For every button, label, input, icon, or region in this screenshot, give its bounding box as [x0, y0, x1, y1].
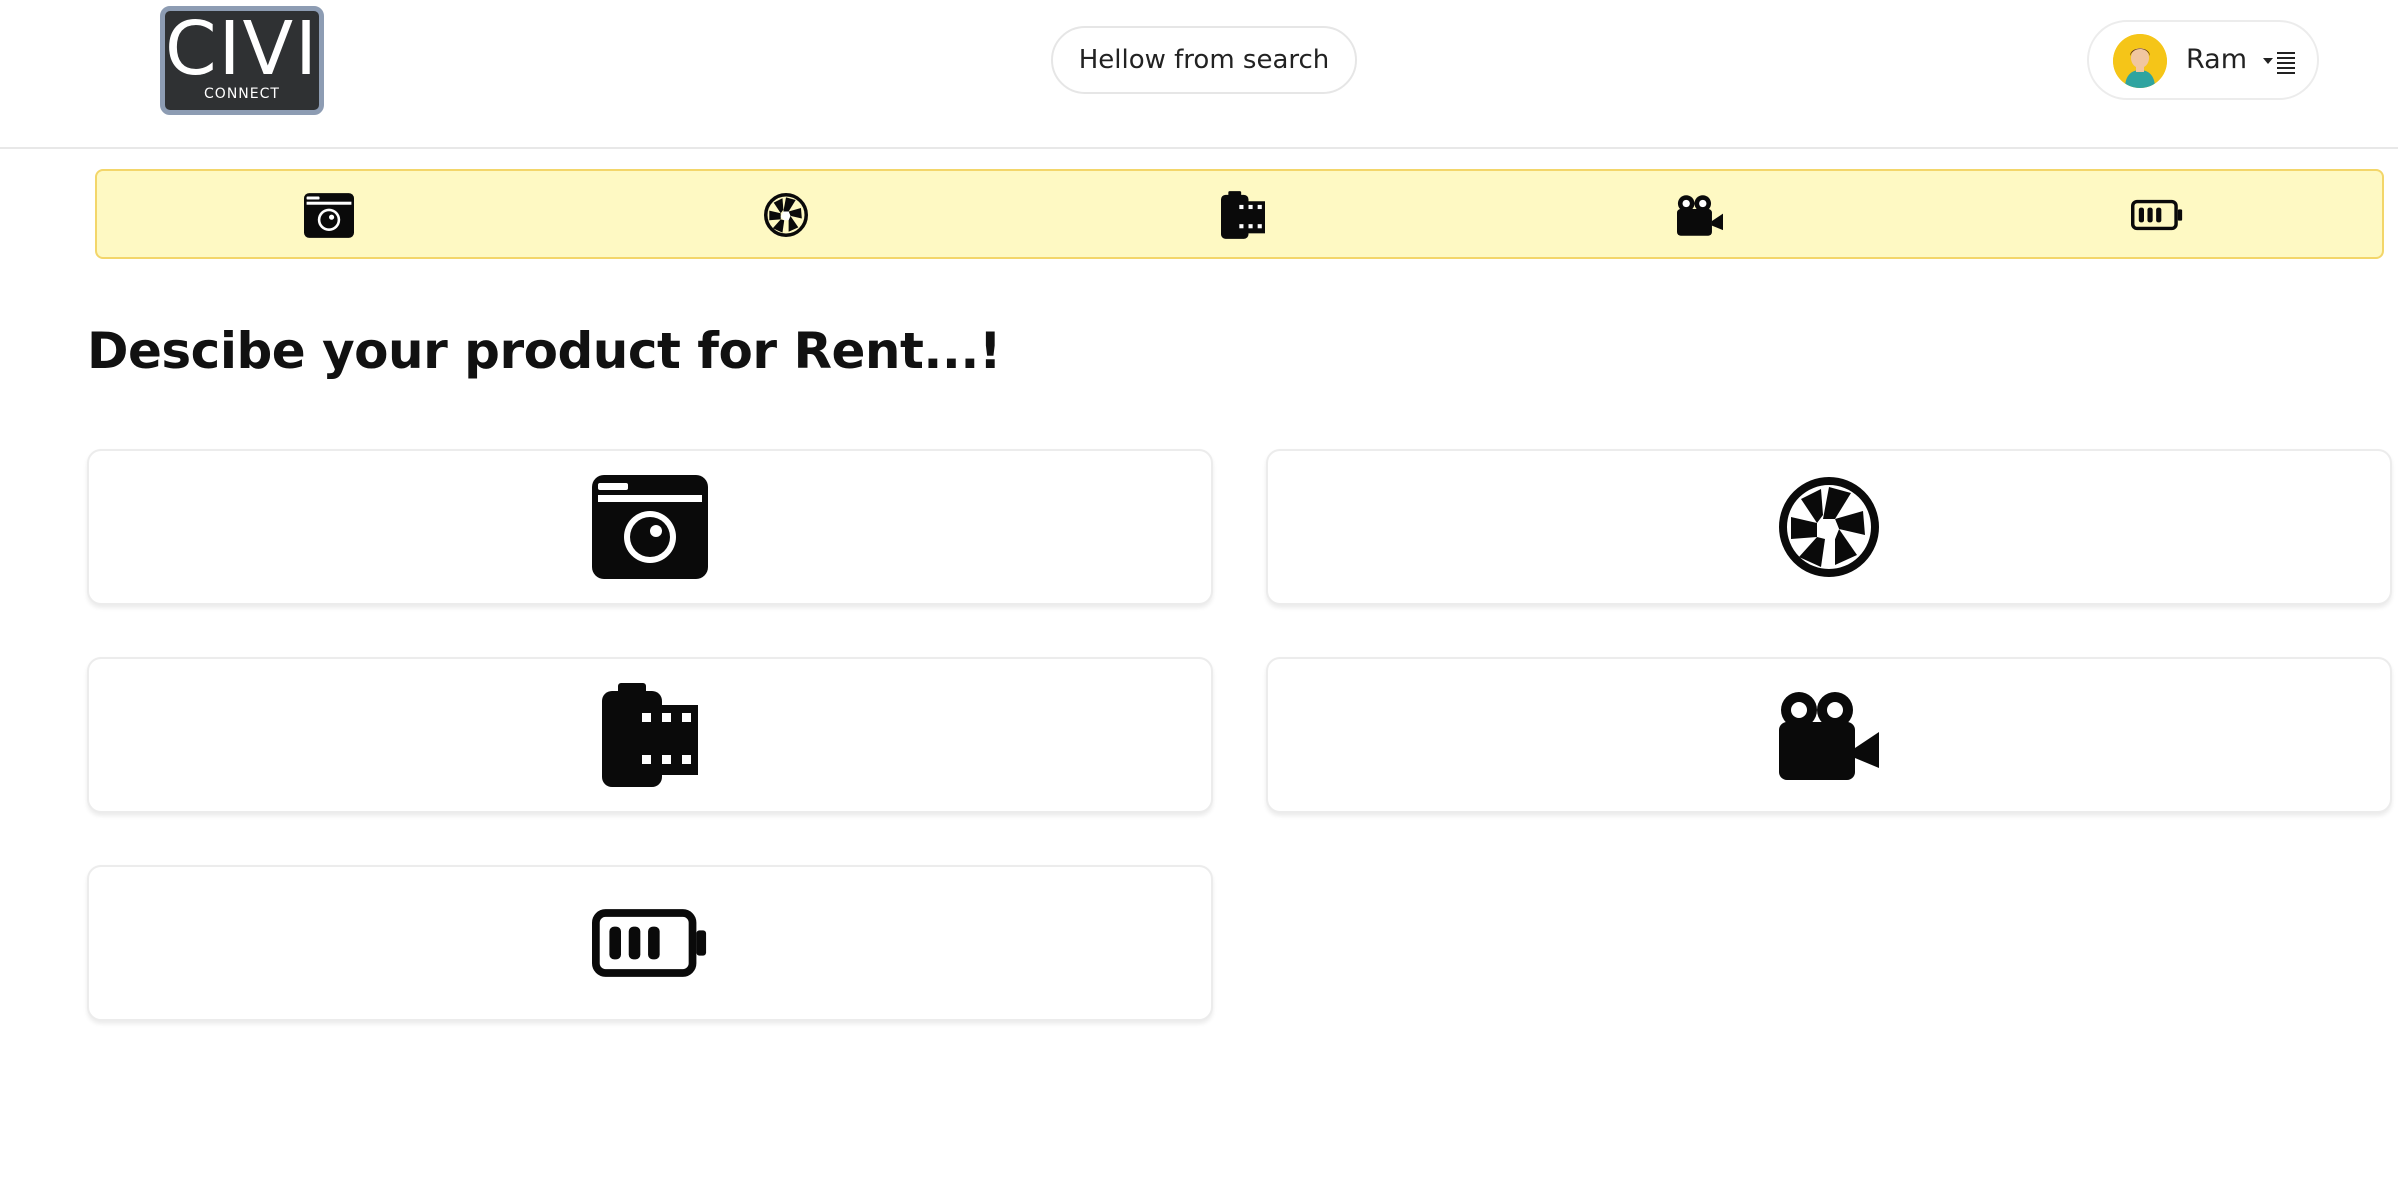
- user-avatar-icon: [2113, 34, 2167, 88]
- page-title: Descibe your product for Rent...!: [87, 322, 1002, 380]
- product-card-battery[interactable]: [87, 865, 1213, 1021]
- category-camera[interactable]: [301, 189, 357, 241]
- category-video-camera[interactable]: [1672, 189, 1728, 241]
- logo-sub-text: CONNECT: [204, 85, 280, 102]
- battery-icon: [592, 908, 708, 978]
- category-aperture[interactable]: [758, 189, 814, 241]
- aperture-icon: [1779, 477, 1879, 577]
- user-menu-button[interactable]: Ram: [2087, 20, 2319, 100]
- user-name: Ram: [2186, 44, 2248, 75]
- film-roll-icon: [1221, 191, 1265, 239]
- category-film-roll[interactable]: [1215, 189, 1271, 241]
- video-camera-icon: [1677, 194, 1723, 236]
- search-text: Hellow from search: [1078, 45, 1330, 75]
- search-pill[interactable]: Hellow from search: [1051, 26, 1357, 94]
- top-header: CIVI CONNECT Hellow from search Ram: [0, 0, 2398, 149]
- product-card-camera[interactable]: [87, 449, 1213, 605]
- camera-icon: [304, 193, 354, 238]
- civi-connect-logo[interactable]: CIVI CONNECT: [160, 6, 324, 115]
- logo-main-text: CIVI: [165, 5, 319, 92]
- battery-icon: [2131, 199, 2183, 231]
- product-card-film-roll[interactable]: [87, 657, 1213, 813]
- product-card-aperture[interactable]: [1266, 449, 2392, 605]
- film-roll-icon: [602, 683, 698, 787]
- dropdown-menu-icon: [2263, 52, 2295, 74]
- camera-icon: [592, 475, 708, 579]
- category-battery[interactable]: [2129, 189, 2185, 241]
- video-camera-icon: [1779, 690, 1879, 780]
- category-bar: [95, 169, 2384, 259]
- product-card-video-camera[interactable]: [1266, 657, 2392, 813]
- aperture-icon: [764, 193, 808, 237]
